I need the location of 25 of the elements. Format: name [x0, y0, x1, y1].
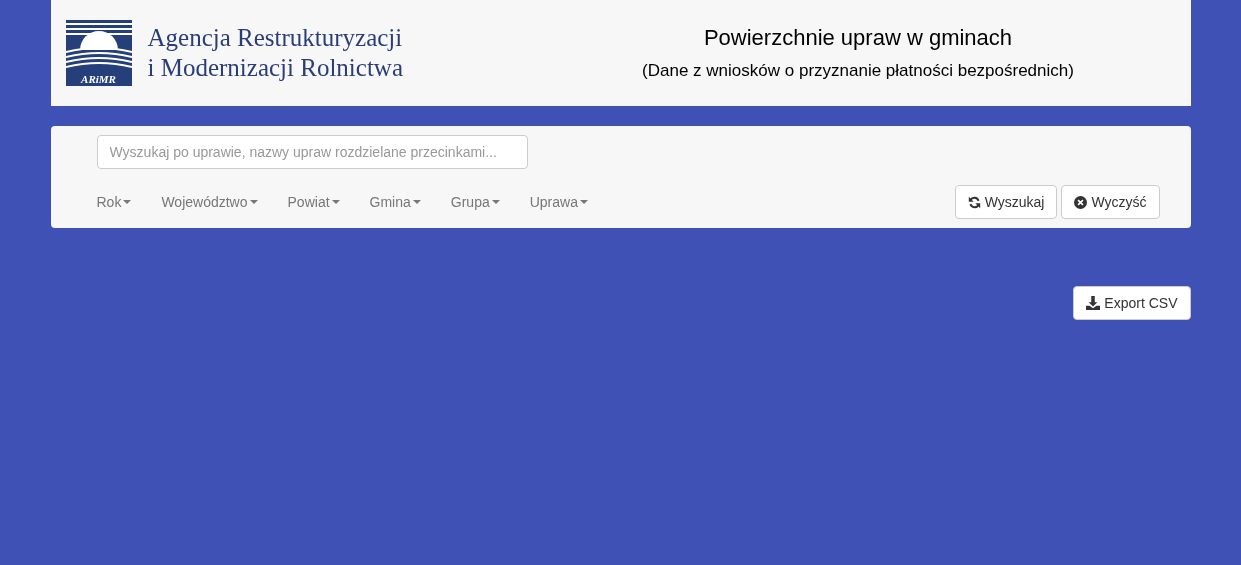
- sun-stripes-icon: [65, 20, 132, 68]
- caret-icon: [412, 200, 421, 204]
- filter-dropdown[interactable]: Grupa: [450, 194, 500, 210]
- caret-icon: [123, 200, 132, 204]
- filter-dropdown[interactable]: Powiat: [287, 194, 340, 210]
- filter-dropdown[interactable]: Uprawa: [529, 194, 588, 210]
- caret-icon: [331, 200, 340, 204]
- action-button[interactable]: Wyczyść: [1061, 185, 1160, 219]
- download-icon: [1086, 296, 1101, 310]
- page-subtitle: (Dane z wniosków o przyznanie płatności bezpośrednich): [642, 61, 1074, 81]
- action-button[interactable]: Wyszukaj: [954, 185, 1058, 219]
- page-title: Powierzchnie upraw w gminach: [703, 25, 1013, 51]
- search-field[interactable]: Wyszukaj po uprawie, nazwy upraw rozdzielane przecinkami...: [96, 135, 528, 169]
- logo-text: ARiMR: [81, 72, 116, 86]
- agency-name: Agencja Restrukturyzacji: [147, 23, 403, 53]
- clear-icon: [1074, 195, 1088, 209]
- caret-icon: [579, 200, 588, 204]
- caret-icon: [249, 200, 258, 204]
- filter-dropdown[interactable]: Województwo: [161, 194, 258, 210]
- export-button[interactable]: Export CSV: [1073, 286, 1191, 320]
- caret-icon: [491, 200, 500, 204]
- filter-dropdown[interactable]: Rok: [96, 194, 132, 210]
- filter-dropdown[interactable]: Gmina: [369, 194, 421, 210]
- refresh-icon: [967, 195, 981, 209]
- agency-name: i Modernizacji Rolnictwa: [147, 53, 403, 83]
